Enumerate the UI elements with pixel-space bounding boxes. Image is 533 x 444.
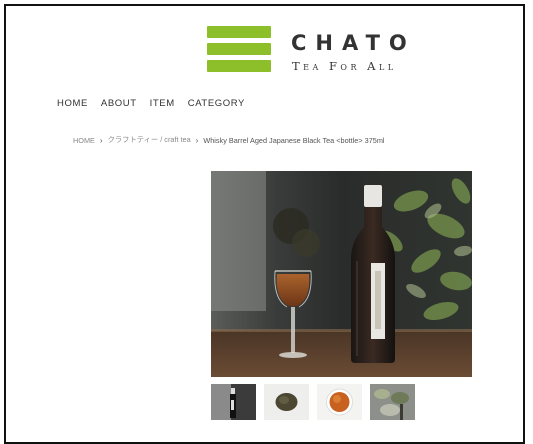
logo-bar-middle bbox=[207, 43, 271, 55]
breadcrumb: HOME › クラフトティー / craft tea › Whisky Barr… bbox=[73, 135, 385, 145]
breadcrumb-current: Whisky Barrel Aged Japanese Black Tea <b… bbox=[203, 135, 385, 145]
nav-item-home[interactable]: HOME bbox=[57, 98, 88, 109]
main-nav: HOME ABOUT ITEM CATEGORY bbox=[57, 98, 245, 109]
tagline-text: Tea For All bbox=[292, 59, 397, 73]
brand-name[interactable]: CHATO bbox=[291, 31, 416, 55]
plant-thumbnail[interactable] bbox=[370, 384, 415, 420]
logo-bar-top bbox=[207, 26, 271, 38]
nav-item-item[interactable]: ITEM bbox=[150, 98, 175, 109]
tea-leaves-thumbnail-image bbox=[264, 384, 309, 420]
breadcrumb-category[interactable]: クラフトティー / craft tea bbox=[108, 135, 191, 145]
chevron-right-icon: › bbox=[195, 135, 199, 145]
nav-item-category[interactable]: CATEGORY bbox=[188, 98, 245, 109]
chevron-right-icon: › bbox=[99, 135, 103, 145]
breadcrumb-home[interactable]: HOME bbox=[73, 136, 95, 145]
three-bars-logo-icon[interactable] bbox=[207, 26, 271, 72]
logo-bar-bottom bbox=[207, 60, 271, 72]
bottle-thumbnail[interactable] bbox=[211, 384, 256, 420]
tea-cup-thumbnail[interactable] bbox=[317, 384, 362, 420]
plant-thumbnail-image bbox=[370, 384, 415, 420]
product-main-image bbox=[211, 171, 472, 377]
thumbnail-strip bbox=[211, 384, 415, 420]
tea-leaves-thumbnail[interactable] bbox=[264, 384, 309, 420]
bottle-thumbnail-image bbox=[211, 384, 256, 420]
nav-item-about[interactable]: ABOUT bbox=[101, 98, 137, 109]
bottle-and-glass-photo[interactable] bbox=[211, 171, 472, 377]
page-frame: CHATO Tea For All HOME ABOUT ITEM CATEGO… bbox=[4, 4, 525, 444]
tea-cup-thumbnail-image bbox=[317, 384, 362, 420]
brand-tagline: Tea For All bbox=[292, 59, 397, 73]
